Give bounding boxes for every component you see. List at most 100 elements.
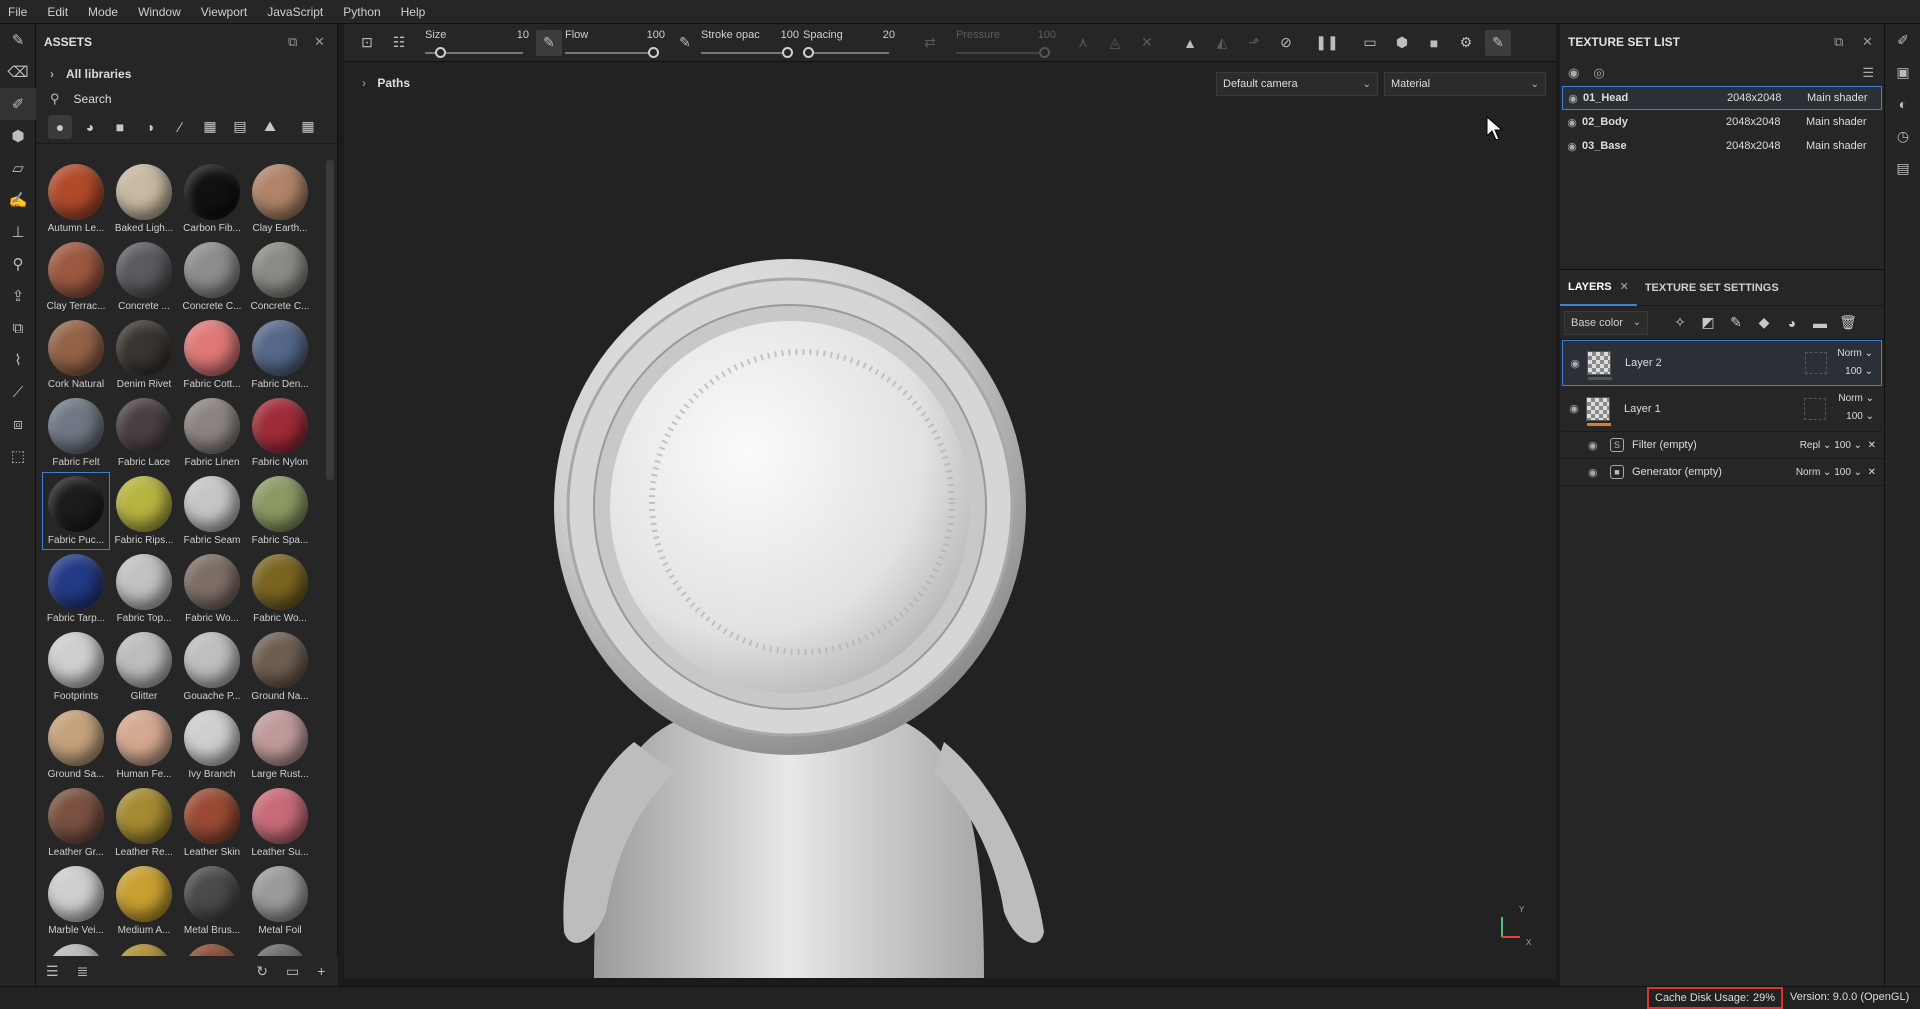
- pause-icon[interactable]: ❚❚: [1314, 30, 1340, 56]
- material-item[interactable]: Fabric Den...: [246, 316, 314, 394]
- grid-view-icon[interactable]: ▦: [296, 115, 320, 139]
- search-input[interactable]: Search: [74, 92, 112, 106]
- material-item[interactable]: Fabric Wo...: [178, 550, 246, 628]
- polygon-fill-tool-icon[interactable]: ▱: [0, 152, 36, 184]
- search-row[interactable]: ⚲ Search: [36, 88, 337, 110]
- shader-settings-icon[interactable]: ◐: [1885, 88, 1920, 120]
- material-item[interactable]: Baked Ligh...: [110, 160, 178, 238]
- material-item[interactable]: Fabric Puc...: [42, 472, 110, 550]
- generator-blend-mode[interactable]: Norm: [1796, 467, 1820, 478]
- generators-filter-icon[interactable]: ◑: [138, 115, 162, 139]
- material-item[interactable]: Large Rust...: [246, 706, 314, 784]
- line-icon[interactable]: ◬: [1102, 30, 1128, 56]
- menu-item[interactable]: Edit: [47, 5, 68, 19]
- mirror-icon[interactable]: ▲: [1177, 30, 1203, 56]
- add-fill-layer-icon[interactable]: ◆: [1750, 314, 1778, 331]
- material-item[interactable]: Marble Vei...: [42, 862, 110, 940]
- add-effect-icon[interactable]: ✧: [1666, 314, 1694, 331]
- mask-slot[interactable]: [1805, 352, 1827, 374]
- material-item[interactable]: Fabric Lace: [110, 394, 178, 472]
- layer-row[interactable]: ◉ Layer 1 Norm ⌄ 100 ⌄: [1562, 386, 1882, 432]
- hide-icon[interactable]: ⊘: [1273, 30, 1299, 56]
- viewport-3d[interactable]: › Paths Default camera ⌄ Material ⌄ Y X: [344, 62, 1556, 978]
- material-item[interactable]: Ground Na...: [246, 628, 314, 706]
- material-item[interactable]: Carbon Fib...: [178, 160, 246, 238]
- settings-menu-icon[interactable]: ☰: [1862, 65, 1874, 81]
- alphas-filter-icon[interactable]: ▦: [198, 115, 222, 139]
- log-icon[interactable]: ▤: [1885, 152, 1920, 184]
- add-folder-icon[interactable]: ▬: [1806, 315, 1834, 331]
- environments-filter-icon[interactable]: ⛰: [258, 115, 282, 139]
- texture-set-row[interactable]: ◉ 01_Head 2048x2048 Main shader: [1562, 86, 1882, 110]
- eye-icon[interactable]: ◉: [1562, 402, 1586, 415]
- generator-effect-row[interactable]: ◉ ■ Generator (empty) Norm ⌄ 100 ⌄ ✕: [1560, 459, 1884, 486]
- float-panel-icon[interactable]: ⧉: [288, 34, 297, 50]
- material-item[interactable]: Autumn Le...: [42, 160, 110, 238]
- menu-item[interactable]: JavaScript: [267, 5, 323, 19]
- material-item[interactable]: Denim Rivet: [110, 316, 178, 394]
- delete-icon[interactable]: 🗑: [1834, 314, 1862, 331]
- filter-blend-mode[interactable]: Repl: [1800, 440, 1821, 451]
- all-libraries-row[interactable]: › All libraries: [36, 60, 337, 88]
- eye-icon[interactable]: ◉: [1562, 116, 1582, 129]
- generator-blend[interactable]: Norm ⌄ 100 ⌄ ✕: [1796, 467, 1876, 478]
- material-item[interactable]: Gouache P...: [178, 628, 246, 706]
- material-item[interactable]: Clay Earth...: [246, 160, 314, 238]
- material-item[interactable]: Metal Brus...: [178, 862, 246, 940]
- channel-dropdown[interactable]: Base color ⌄: [1564, 310, 1648, 335]
- eye-icon[interactable]: ◉: [1562, 140, 1582, 153]
- menu-item[interactable]: Viewport: [201, 5, 247, 19]
- material-item[interactable]: Clay Terrac...: [42, 238, 110, 316]
- close-icon[interactable]: ✕: [1862, 34, 1873, 50]
- float-panel-icon[interactable]: ⧉: [1834, 34, 1843, 50]
- filter-opacity[interactable]: 100: [1834, 440, 1851, 451]
- material-item[interactable]: Ivy Branch: [178, 706, 246, 784]
- display-settings-icon[interactable]: ▣: [1885, 56, 1920, 88]
- material-item[interactable]: Fabric Seam: [178, 472, 246, 550]
- hide-all-icon[interactable]: ◉: [1568, 65, 1579, 81]
- add-smart-material-icon[interactable]: ◕: [1778, 315, 1806, 331]
- pressure-slider[interactable]: Pressure 100: [956, 24, 1056, 62]
- material-item[interactable]: Fabric Top...: [110, 550, 178, 628]
- clear-icon[interactable]: ✕: [1134, 30, 1160, 56]
- material-item[interactable]: Medium A...: [110, 862, 178, 940]
- layer-opacity[interactable]: 100: [1845, 366, 1862, 377]
- assets-scrollbar[interactable]: [326, 160, 334, 480]
- paint-mode-icon[interactable]: ✎: [1485, 29, 1511, 56]
- smudge-tool-icon[interactable]: ✍: [0, 184, 36, 216]
- layer-row[interactable]: ◉ Layer 2 Norm ⌄ 100 ⌄: [1562, 340, 1882, 386]
- material-item[interactable]: Glitter: [110, 628, 178, 706]
- tool-settings-icon[interactable]: ☷: [386, 30, 412, 56]
- close-icon[interactable]: ✕: [1620, 280, 1629, 293]
- material-item[interactable]: Leather Re...: [110, 784, 178, 862]
- size-slider[interactable]: Size 10: [425, 24, 529, 62]
- material-item[interactable]: Ground Sa...: [42, 706, 110, 784]
- pen-pressure-icon[interactable]: ✎: [536, 29, 562, 56]
- material-item[interactable]: Fabric Tarp...: [42, 550, 110, 628]
- blend-mode[interactable]: Norm: [1837, 348, 1861, 359]
- material-item[interactable]: Concrete C...: [178, 238, 246, 316]
- measure-icon[interactable]: ⟋: [0, 376, 36, 408]
- camera-icon[interactable]: ■: [1421, 30, 1447, 56]
- stroke-opacity-slider[interactable]: Stroke opac 100: [701, 24, 799, 62]
- add-mask-icon[interactable]: ◩: [1694, 314, 1722, 331]
- material-item[interactable]: Fabric Rips...: [110, 472, 178, 550]
- detail-view-icon[interactable]: ≣: [77, 963, 89, 980]
- blend-mode[interactable]: Norm: [1838, 393, 1862, 404]
- generator-name[interactable]: Generator (empty): [1632, 466, 1782, 478]
- menu-item[interactable]: File: [8, 5, 27, 19]
- geometry-fill-tool-icon[interactable]: ⬢: [0, 120, 36, 152]
- bake-icon[interactable]: ⧉: [0, 312, 36, 344]
- material-item[interactable]: Fabric Wo...: [246, 550, 314, 628]
- size-knob[interactable]: [435, 46, 447, 58]
- texture-set-row[interactable]: ◉ 02_Body 2048x2048 Main shader: [1562, 110, 1882, 134]
- history-icon[interactable]: ◷: [1885, 120, 1920, 152]
- add-icon[interactable]: +: [317, 963, 325, 979]
- filter-name[interactable]: Filter (empty): [1632, 439, 1782, 451]
- menu-item[interactable]: Mode: [88, 5, 118, 19]
- eraser-tool-icon[interactable]: ⌫: [0, 56, 36, 88]
- material-item[interactable]: Fabric Felt: [42, 394, 110, 472]
- material-item[interactable]: Footprints: [42, 628, 110, 706]
- menu-item[interactable]: Window: [138, 5, 181, 19]
- flow-slider[interactable]: Flow 100: [565, 24, 665, 62]
